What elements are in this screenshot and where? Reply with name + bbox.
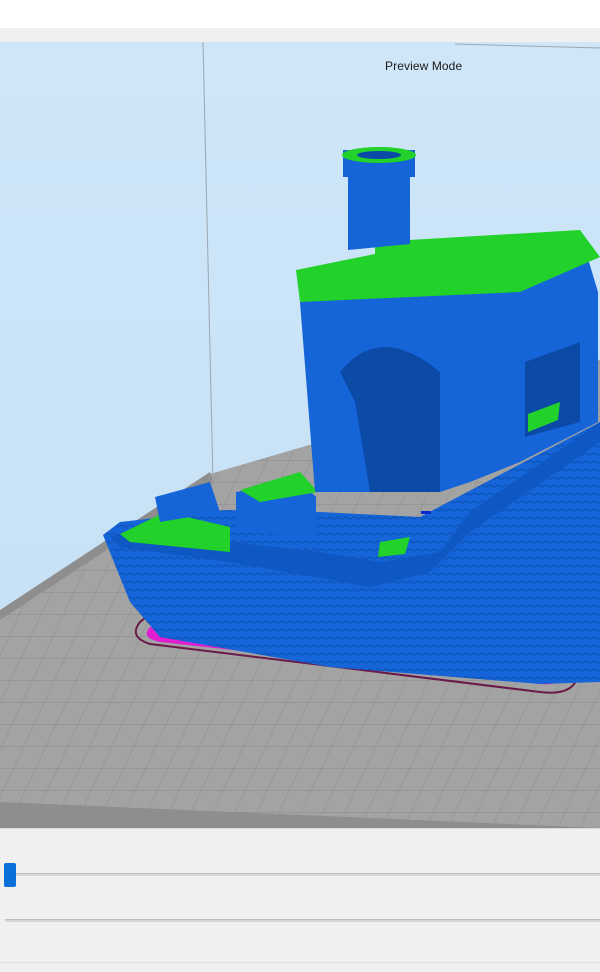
scene-canvas [0,42,600,828]
bottom-control-panel [0,828,600,972]
speed-slider-track[interactable] [5,919,600,922]
travel-move-marker [421,511,431,514]
window-titlebar [0,0,600,28]
preview-mode-label: Preview Mode [385,59,463,73]
chimney [343,150,415,250]
chimney-opening [357,151,401,159]
toolbar-strip [0,28,600,43]
layer-slider-thumb[interactable] [4,863,16,887]
layer-slider-track[interactable] [5,873,600,876]
panel-divider [0,962,600,963]
speed-slider[interactable] [0,905,600,935]
3d-preview-viewport[interactable]: Preview Mode [0,42,600,828]
layer-slider[interactable] [0,859,600,889]
